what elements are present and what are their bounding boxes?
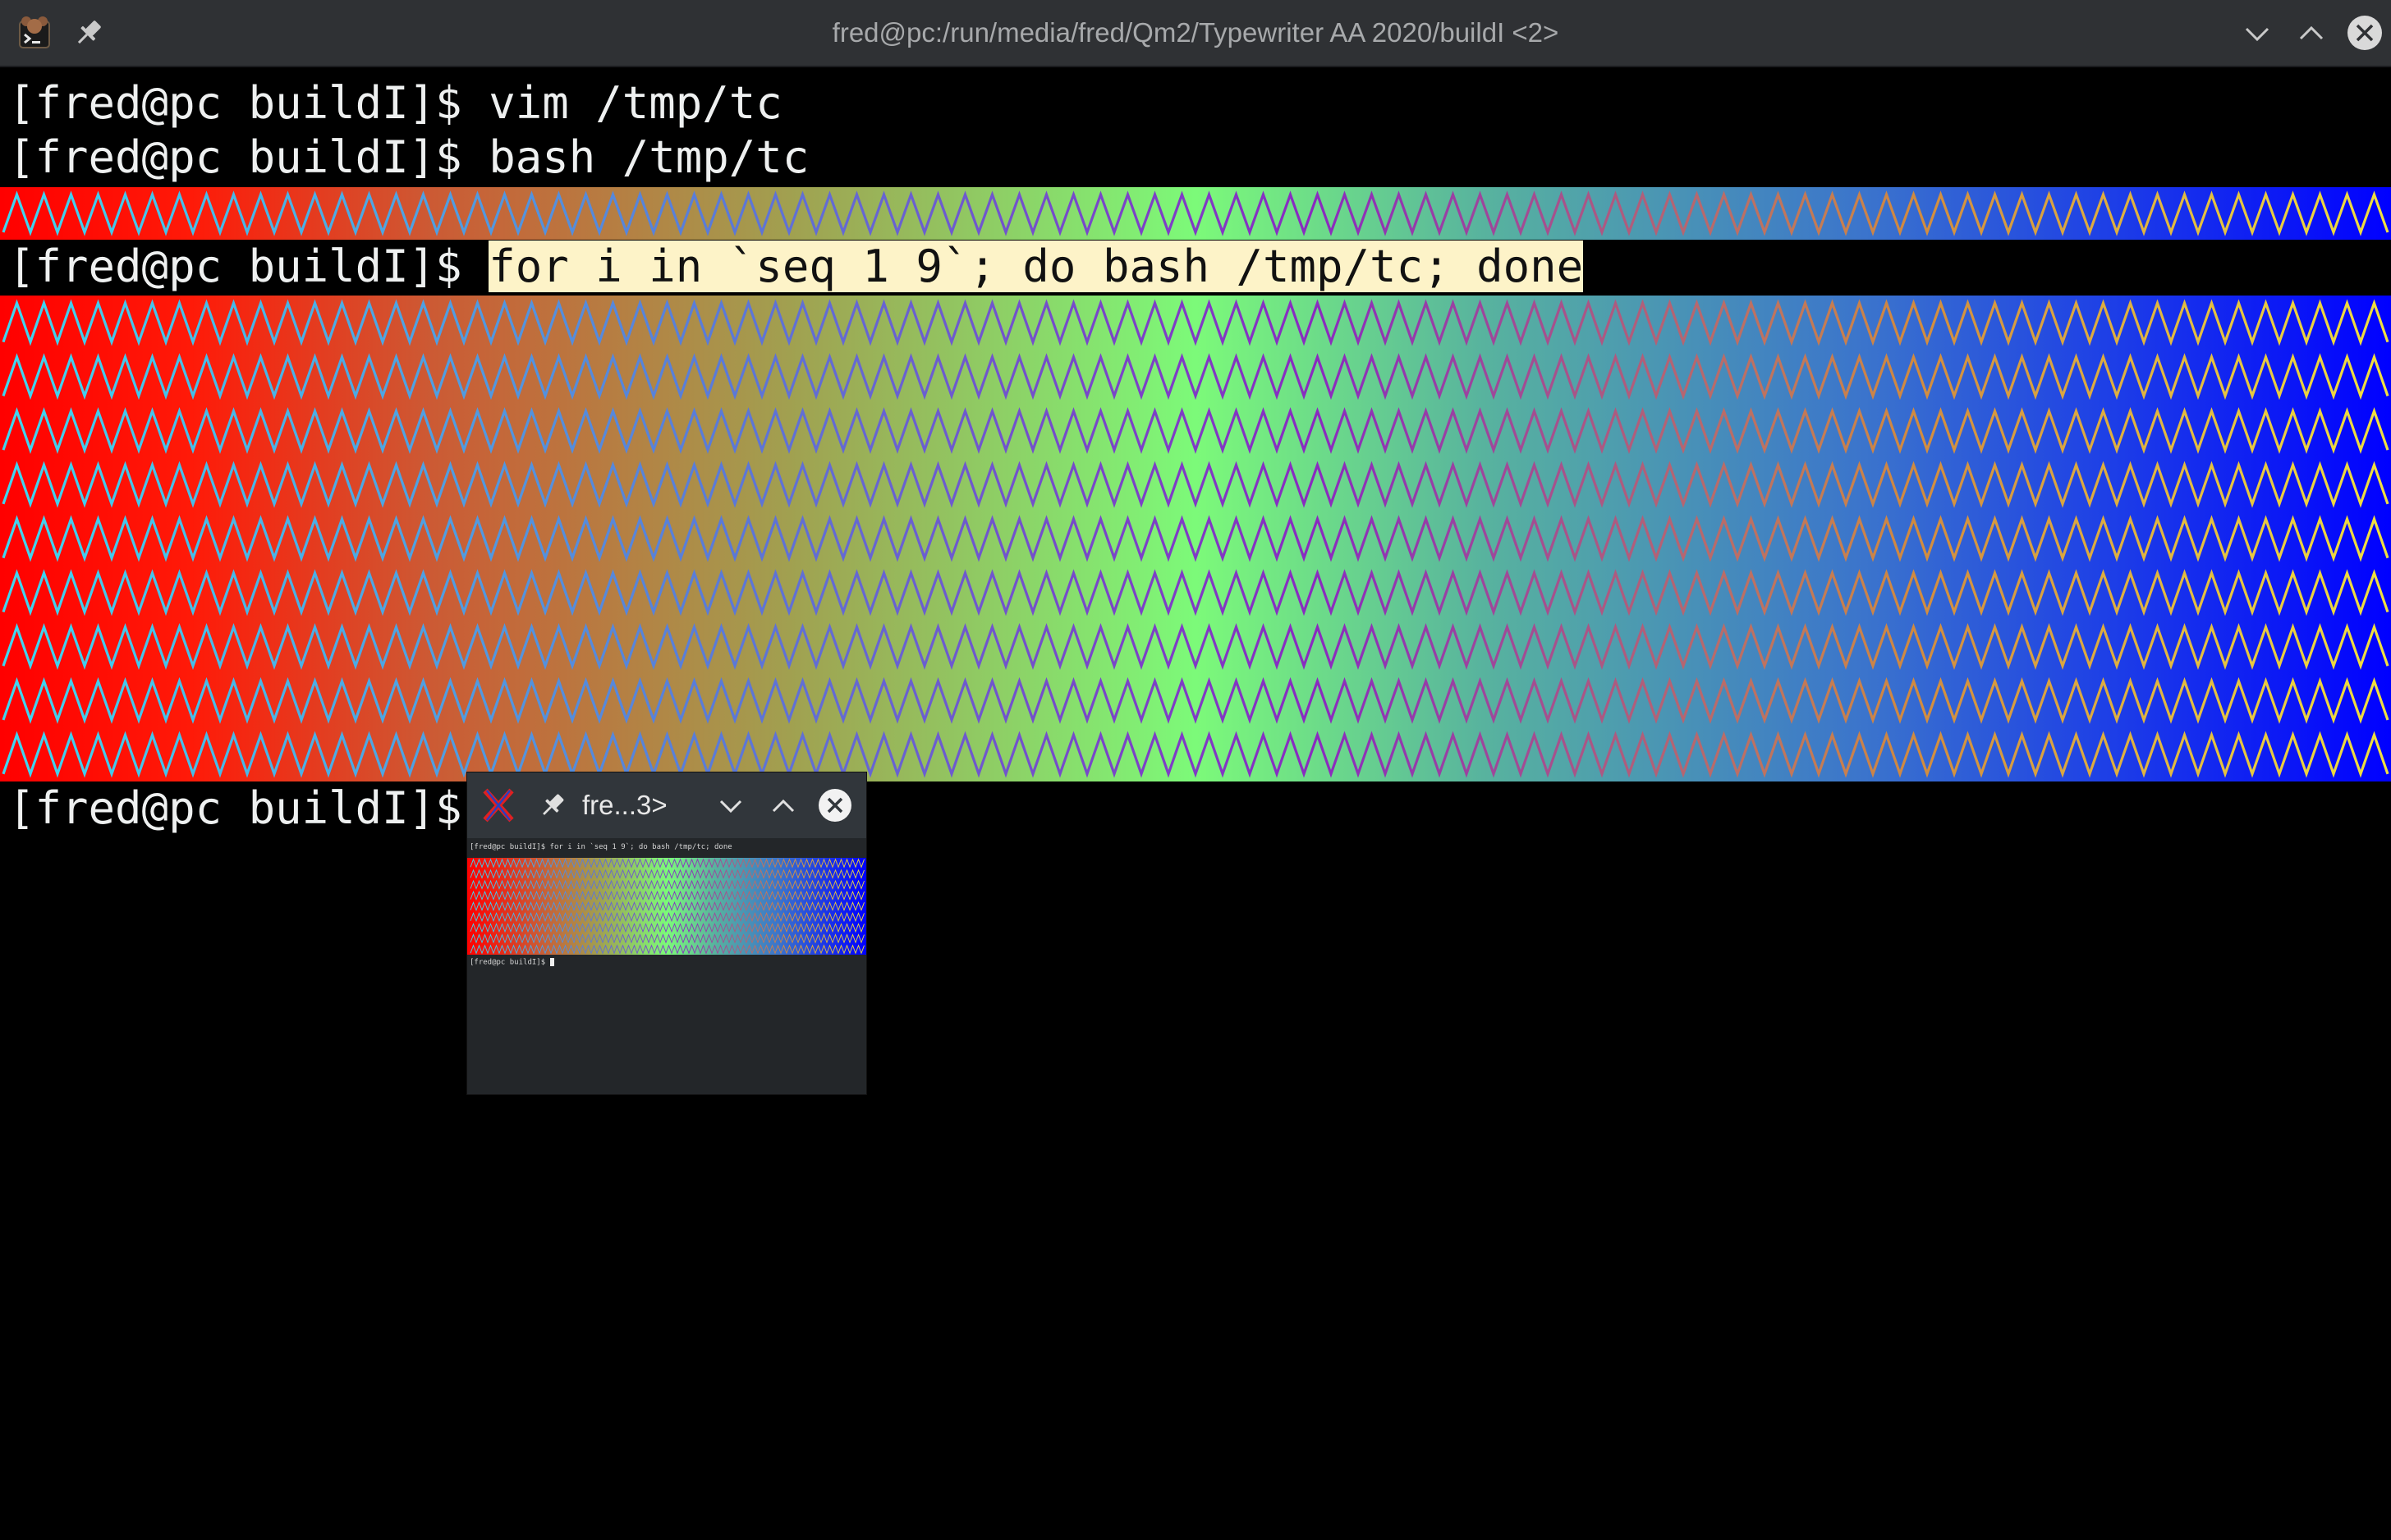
window-titlebar[interactable]: fred@pc:/run/media/fred/Qm2/Typewriter A…	[0, 0, 2391, 67]
x-terminal-icon	[483, 788, 514, 823]
mini-prompt: [fred@pc buildI]$	[470, 958, 546, 967]
terminal-line: [fred@pc buildI]$	[8, 781, 489, 836]
chevron-up-icon[interactable]	[766, 789, 801, 823]
mini-command-line: [fred@pc buildI]$ for i in `seq 1 9`; do…	[470, 843, 732, 851]
terminal-line: [fred@pc buildI]$ bash /tmp/tc	[8, 131, 809, 185]
command-text: bash /tmp/tc	[489, 131, 810, 183]
highlighted-command: for i in `seq 1 9`; do bash /tmp/tc; don…	[489, 241, 1584, 292]
prompt: [fred@pc buildI]$	[8, 131, 489, 183]
terminal-line: [fred@pc buildI]$ for i in `seq 1 9`; do…	[8, 240, 1584, 294]
window-title: fred@pc:/run/media/fred/Qm2/Typewriter A…	[832, 17, 1559, 48]
thumbnail-terminal-preview: [fred@pc buildI]$ for i in `seq 1 9`; do…	[467, 838, 866, 1094]
prompt: [fred@pc buildI]$	[8, 77, 489, 129]
gradient-output-block	[0, 296, 2391, 781]
pin-icon[interactable]	[536, 789, 569, 822]
thumbnail-titlebar[interactable]: fre...3>	[467, 772, 866, 838]
gradient-output-row	[0, 187, 2391, 240]
terminal-line: [fred@pc buildI]$ vim /tmp/tc	[8, 76, 782, 131]
window-thumbnail-preview[interactable]: fre...3> [fred@pc buildI]$ for i in `seq…	[466, 772, 867, 1095]
mini-gradient-output	[467, 858, 866, 955]
chevron-up-icon[interactable]	[2292, 15, 2330, 53]
mini-prompt-line: [fred@pc buildI]$	[470, 958, 554, 967]
chevron-down-icon[interactable]	[2238, 15, 2276, 53]
chevron-down-icon[interactable]	[714, 789, 748, 823]
prompt: [fred@pc buildI]$	[8, 241, 489, 292]
close-circle-icon[interactable]	[2345, 13, 2384, 53]
thumbnail-title: fre...3>	[582, 790, 668, 820]
mini-cursor	[549, 958, 554, 966]
close-circle-icon[interactable]	[815, 786, 855, 825]
terminal-area[interactable]: [fred@pc buildI]$ vim /tmp/tc [fred@pc b…	[0, 67, 2391, 1540]
prompt: [fred@pc buildI]$	[8, 782, 489, 834]
command-text: vim /tmp/tc	[489, 77, 782, 129]
